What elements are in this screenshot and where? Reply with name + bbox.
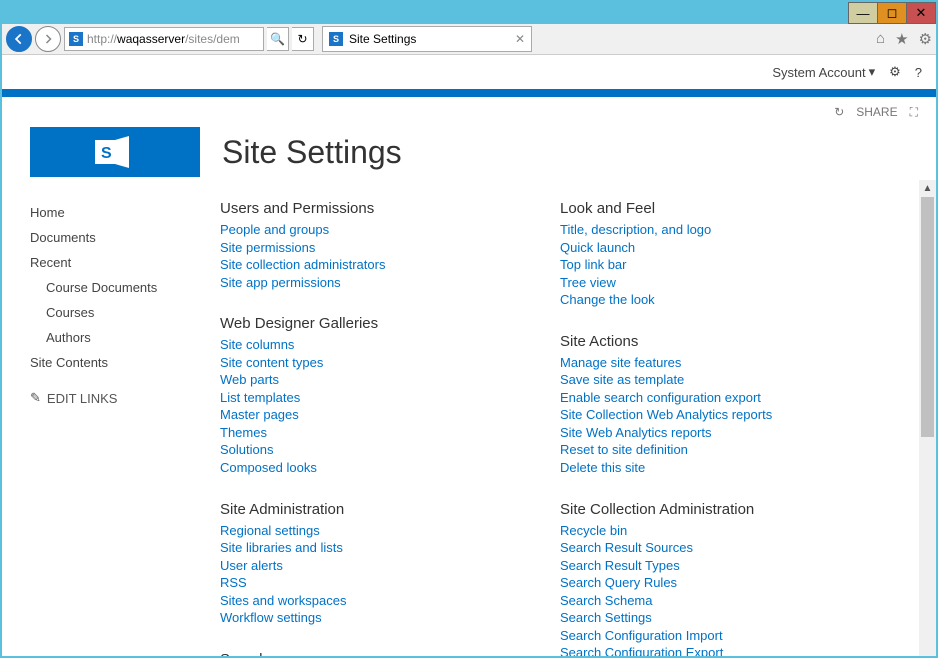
system-account-menu[interactable]: System Account ▾	[772, 64, 875, 80]
settings-link[interactable]: Regional settings	[220, 522, 520, 540]
left-navigation: Home Documents Recent Course DocumentsCo…	[30, 200, 220, 656]
settings-link[interactable]: People and groups	[220, 221, 520, 239]
settings-link[interactable]: Solutions	[220, 441, 520, 459]
settings-link[interactable]: Master pages	[220, 406, 520, 424]
settings-link[interactable]: Sites and workspaces	[220, 592, 520, 610]
settings-link[interactable]: Search Query Rules	[560, 574, 860, 592]
settings-link[interactable]: Workflow settings	[220, 609, 520, 627]
edit-links-label: EDIT LINKS	[47, 391, 118, 406]
settings-link[interactable]: Site columns	[220, 336, 520, 354]
settings-link[interactable]: Tree view	[560, 274, 860, 292]
settings-link[interactable]: Site content types	[220, 354, 520, 372]
settings-link[interactable]: Manage site features	[560, 354, 860, 372]
url-host: waqasserver	[117, 32, 185, 46]
site-logo[interactable]: S	[30, 127, 200, 177]
category-heading: Site Collection Administration	[560, 501, 860, 518]
help-button[interactable]: ?	[915, 65, 922, 80]
settings-link[interactable]: Reset to site definition	[560, 441, 860, 459]
nav-documents[interactable]: Documents	[30, 225, 220, 250]
settings-link[interactable]: Change the look	[560, 291, 860, 309]
settings-link[interactable]: Site app permissions	[220, 274, 520, 292]
settings-link[interactable]: User alerts	[220, 557, 520, 575]
settings-link[interactable]: Site Collection Web Analytics reports	[560, 406, 860, 424]
url-path: /sites/dem	[185, 32, 240, 46]
settings-link[interactable]: Search Result Types	[560, 557, 860, 575]
sync-button[interactable]: ↻	[834, 105, 844, 119]
nav-site-contents[interactable]: Site Contents	[30, 350, 220, 375]
category-heading: Search	[220, 651, 520, 656]
nav-recent[interactable]: Recent	[30, 250, 220, 275]
browser-forward-button[interactable]	[35, 26, 61, 52]
scroll-thumb[interactable]	[921, 197, 934, 437]
tab-title: Site Settings	[349, 32, 416, 46]
settings-link[interactable]: Quick launch	[560, 239, 860, 257]
share-button[interactable]: SHARE	[856, 105, 897, 119]
tools-icon[interactable]: ⚙	[919, 30, 932, 48]
refresh-button[interactable]: ↻	[292, 27, 314, 51]
focus-icon: ⛶	[910, 105, 918, 120]
edit-links-button[interactable]: ✎ EDIT LINKS	[30, 385, 220, 411]
settings-link[interactable]: Site Web Analytics reports	[560, 424, 860, 442]
home-icon[interactable]: ⌂	[876, 30, 885, 48]
refresh-icon: ↻	[297, 32, 307, 46]
search-icon: 🔍	[270, 32, 285, 46]
settings-link[interactable]: RSS	[220, 574, 520, 592]
url-scheme: http://	[87, 32, 117, 46]
focus-button[interactable]: ⛶	[910, 105, 918, 120]
category-heading: Look and Feel	[560, 200, 860, 217]
nav-recent-item[interactable]: Course Documents	[30, 275, 220, 300]
category-heading: Site Actions	[560, 333, 860, 350]
settings-gear-button[interactable]: ⚙	[889, 64, 901, 80]
svg-text:S: S	[101, 145, 112, 162]
settings-link[interactable]: Web parts	[220, 371, 520, 389]
window-minimize-button[interactable]: —	[848, 2, 878, 24]
account-name: System Account	[772, 65, 865, 80]
favorites-icon[interactable]: ★	[895, 30, 908, 48]
caret-down-icon: ▾	[869, 64, 876, 80]
browser-back-button[interactable]	[6, 26, 32, 52]
settings-link[interactable]: Site libraries and lists	[220, 539, 520, 557]
window-close-button[interactable]: ✕	[906, 2, 936, 24]
nav-recent-item[interactable]: Courses	[30, 300, 220, 325]
settings-link[interactable]: Search Configuration Import	[560, 627, 860, 645]
nav-home[interactable]: Home	[30, 200, 220, 225]
settings-link[interactable]: Search Result Sources	[560, 539, 860, 557]
settings-link[interactable]: Save site as template	[560, 371, 860, 389]
settings-link[interactable]: Enable search configuration export	[560, 389, 860, 407]
category-heading: Web Designer Galleries	[220, 315, 520, 332]
settings-link[interactable]: Site collection administrators	[220, 256, 520, 274]
page-title: Site Settings	[222, 134, 402, 171]
settings-link[interactable]: Search Schema	[560, 592, 860, 610]
search-button[interactable]: 🔍	[267, 27, 289, 51]
share-label: SHARE	[856, 105, 897, 119]
vertical-scrollbar[interactable]: ▲	[919, 180, 936, 656]
window-maximize-button[interactable]: ◻	[877, 2, 907, 24]
settings-link[interactable]: List templates	[220, 389, 520, 407]
browser-tab[interactable]: S Site Settings ✕	[322, 26, 532, 52]
gear-icon: ⚙	[889, 64, 901, 80]
category-heading: Site Administration	[220, 501, 520, 518]
sharepoint-tab-icon: S	[329, 32, 343, 46]
settings-link[interactable]: Title, description, and logo	[560, 221, 860, 239]
settings-link[interactable]: Site permissions	[220, 239, 520, 257]
settings-link[interactable]: Search Configuration Export	[560, 644, 860, 656]
category-heading: Users and Permissions	[220, 200, 520, 217]
settings-link[interactable]: Composed looks	[220, 459, 520, 477]
scroll-up-button[interactable]: ▲	[919, 180, 936, 197]
settings-link[interactable]: Search Settings	[560, 609, 860, 627]
sync-icon: ↻	[834, 105, 844, 119]
pencil-icon: ✎	[30, 390, 41, 406]
sharepoint-favicon-icon: S	[69, 32, 83, 46]
settings-link[interactable]: Top link bar	[560, 256, 860, 274]
ribbon-strip	[2, 89, 936, 97]
nav-recent-item[interactable]: Authors	[30, 325, 220, 350]
settings-link[interactable]: Themes	[220, 424, 520, 442]
tab-close-button[interactable]: ✕	[515, 32, 525, 46]
address-bar[interactable]: S http://waqasserver/sites/dem	[64, 27, 264, 51]
settings-link[interactable]: Delete this site	[560, 459, 860, 477]
settings-link[interactable]: Recycle bin	[560, 522, 860, 540]
